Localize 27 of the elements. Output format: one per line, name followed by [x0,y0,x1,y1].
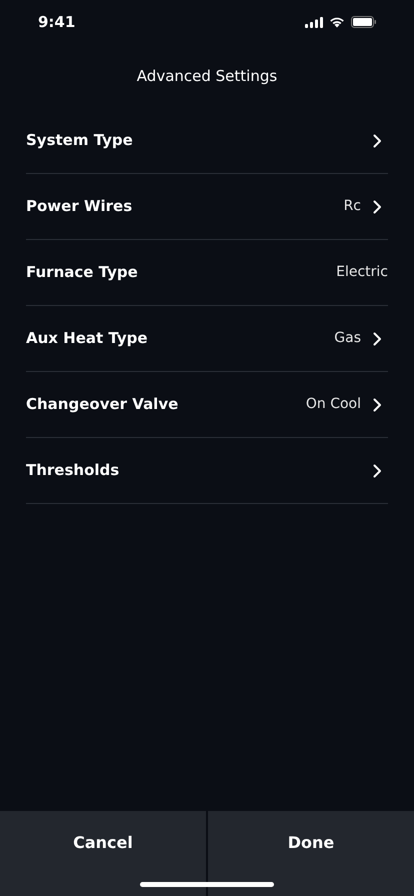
settings-row[interactable]: Aux Heat Type Gas [26,306,388,372]
chevron-right-icon [373,398,382,412]
action-button[interactable]: Done [208,811,414,896]
settings-row[interactable]: Power Wires Rc [26,174,388,240]
row-value: On Cool [306,395,361,414]
status-time: 9:41 [38,12,76,33]
chevron-right-icon [373,134,382,148]
settings-row[interactable]: Thresholds [26,438,388,504]
wifi-icon [329,16,345,28]
row-label: Thresholds [26,460,120,482]
settings-row[interactable]: System Type [26,108,388,174]
signal-icon [305,16,323,28]
settings-row[interactable]: Changeover Valve On Cool [26,372,388,438]
row-label: Furnace Type [26,262,139,284]
row-label: Changeover Valve [26,394,180,416]
chevron-right-icon [373,332,382,346]
chevron-right-icon [373,464,382,478]
action-button[interactable]: Cancel [0,811,206,896]
row-label: Aux Heat Type [26,328,149,350]
row-value: Rc [344,197,361,216]
row-value: Gas [334,329,361,348]
row-value: Electric [336,263,388,282]
row-label: Power Wires [26,196,134,218]
row-label: System Type [26,130,134,152]
chevron-right-icon [373,200,382,214]
battery-icon [351,16,376,28]
screen-title: Advanced Settings [136,66,278,87]
